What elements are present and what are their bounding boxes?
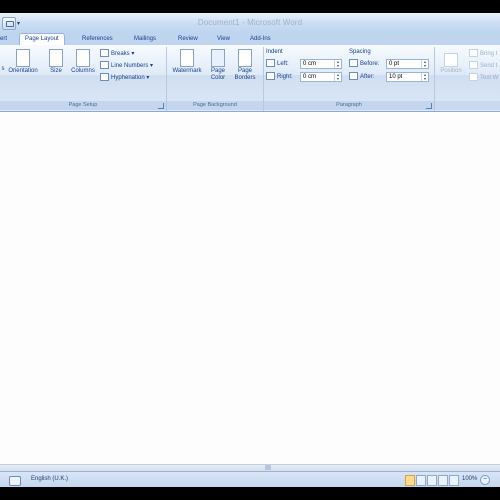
columns-label: Columns	[71, 68, 95, 74]
position-label: Position	[440, 68, 462, 74]
page-size-icon	[49, 49, 63, 67]
group-page-background: Watermark Page Color Page Borders Page B…	[167, 47, 264, 111]
arrange-group-label	[435, 101, 500, 110]
spacing-after-value: 10 pt	[389, 74, 403, 80]
hyphenation-button[interactable]: Hyphenation ▾	[100, 73, 149, 83]
line-numbers-icon	[100, 61, 109, 70]
breaks-button[interactable]: Breaks ▾	[100, 49, 134, 59]
text-wrapping-label: Text W	[480, 75, 499, 81]
bring-to-front-button[interactable]: Bring t	[469, 49, 497, 59]
tab-references[interactable]: References	[82, 34, 113, 45]
indent-left-input[interactable]: 0 cm ▴ ▾	[300, 59, 342, 69]
spacing-before-spinner-icon[interactable]: ▴ ▾	[421, 60, 428, 68]
spacing-before-label: Before:	[349, 59, 379, 69]
page-borders-label-1: Page	[237, 68, 252, 74]
indent-right-value: 0 cm	[303, 74, 317, 80]
position-icon	[444, 53, 458, 67]
page-setup-launcher-icon[interactable]	[158, 103, 164, 109]
indent-heading: Indent	[266, 49, 283, 55]
paragraph-launcher-icon[interactable]	[426, 103, 432, 109]
bring-to-front-label: Bring t	[480, 51, 498, 57]
watermark-label: Watermark	[172, 68, 202, 74]
web-layout-view-icon[interactable]	[427, 475, 437, 486]
columns-button[interactable]: Columns	[68, 49, 98, 75]
spacing-after-spinner-icon[interactable]: ▴ ▾	[421, 73, 428, 81]
page-color-button[interactable]: Page Color	[205, 49, 231, 82]
document-canvas[interactable]	[0, 112, 500, 464]
page-color-icon	[211, 49, 225, 67]
text-wrapping-icon	[469, 73, 478, 82]
indent-right-input[interactable]: 0 cm ▴ ▾	[300, 72, 342, 82]
ribbon-tabs: ert Page Layout References Mailings Revi…	[0, 33, 500, 46]
bring-to-front-icon	[469, 49, 478, 58]
word-window: ▾ Document1 - Microsoft Word ert Page La…	[0, 13, 500, 487]
spacing-before-value: 0 pt	[389, 61, 400, 67]
tab-view[interactable]: View	[217, 34, 230, 45]
breaks-label: Breaks	[111, 51, 130, 57]
full-screen-reading-view-icon[interactable]	[416, 475, 426, 486]
orientation-button[interactable]: Orientation	[5, 49, 41, 75]
tab-add-ins[interactable]: Add-Ins	[250, 34, 271, 45]
hyphenation-icon	[100, 73, 109, 82]
outline-view-icon[interactable]	[438, 475, 448, 486]
zoom-out-icon[interactable]: −	[480, 475, 490, 485]
status-bar: English (U.K.) 100% −	[0, 471, 500, 487]
text-wrapping-button[interactable]: Text W	[469, 73, 498, 83]
horizontal-scrollbar[interactable]	[0, 464, 500, 471]
paragraph-group-label: Paragraph	[264, 101, 434, 110]
page-borders-icon	[238, 49, 252, 67]
spacing-after-icon	[349, 72, 358, 81]
indent-left-spinner-icon[interactable]: ▴ ▾	[334, 60, 341, 68]
proofing-icon[interactable]	[9, 476, 21, 486]
group-arrange: Position Bring t Send t Text W	[435, 47, 500, 111]
spacing-after-input[interactable]: 10 pt ▴ ▾	[386, 72, 429, 82]
zoom-level[interactable]: 100%	[462, 476, 477, 482]
indent-left-label: Left:	[266, 59, 289, 69]
orientation-icon	[16, 49, 30, 67]
ribbon: s Orientation Size Columns Breaks ▾ Line…	[0, 45, 500, 112]
group-paragraph: Indent Left: 0 cm ▴ ▾ Right: 0 cm ▴ ▾ Spac…	[264, 47, 435, 111]
page-borders-label-2: Borders	[234, 75, 256, 81]
tab-insert[interactable]: ert	[0, 34, 7, 45]
window-title: Document1 - Microsoft Word	[197, 18, 303, 27]
line-numbers-label: Line Numbers	[111, 63, 149, 69]
tab-mailings[interactable]: Mailings	[134, 34, 156, 45]
watermark-button[interactable]: Watermark	[170, 49, 204, 75]
size-label: Size	[50, 68, 62, 74]
position-button[interactable]: Position	[435, 53, 467, 75]
page-background-group-label: Page Background	[167, 101, 263, 110]
line-numbers-button[interactable]: Line Numbers ▾	[100, 61, 153, 71]
spacing-before-input[interactable]: 0 pt ▴ ▾	[386, 59, 429, 69]
watermark-icon	[180, 49, 194, 67]
indent-left-value: 0 cm	[303, 61, 317, 67]
indent-left-icon	[266, 59, 275, 68]
print-layout-view-icon[interactable]	[405, 475, 415, 486]
page-color-label-2: Color	[210, 75, 226, 81]
indent-right-label: Right:	[266, 72, 293, 82]
indent-right-icon	[266, 72, 275, 81]
spacing-before-icon	[349, 59, 358, 68]
spacing-heading: Spacing	[349, 49, 371, 55]
draft-view-icon[interactable]	[449, 475, 459, 486]
send-to-back-label: Send t	[480, 63, 498, 69]
size-button[interactable]: Size	[46, 49, 66, 75]
language-indicator[interactable]: English (U.K.)	[31, 476, 68, 482]
send-to-back-icon	[469, 61, 478, 70]
indent-right-spinner-icon[interactable]: ▴ ▾	[334, 73, 341, 81]
orientation-label: Orientation	[8, 68, 38, 74]
breaks-icon	[100, 49, 109, 58]
scroll-thumb[interactable]	[265, 465, 271, 470]
tab-review[interactable]: Review	[178, 34, 198, 45]
send-to-back-button[interactable]: Send t	[469, 61, 497, 71]
group-page-setup: s Orientation Size Columns Breaks ▾ Line…	[0, 47, 167, 111]
title-bar: ▾ Document1 - Microsoft Word	[0, 13, 500, 34]
columns-icon	[76, 49, 90, 67]
page-color-label-1: Page	[210, 68, 225, 74]
spacing-after-label: After:	[349, 72, 374, 82]
page-borders-button[interactable]: Page Borders	[231, 49, 259, 82]
page-setup-group-label: Page Setup	[0, 101, 166, 110]
hyphenation-label: Hyphenation	[111, 75, 145, 81]
